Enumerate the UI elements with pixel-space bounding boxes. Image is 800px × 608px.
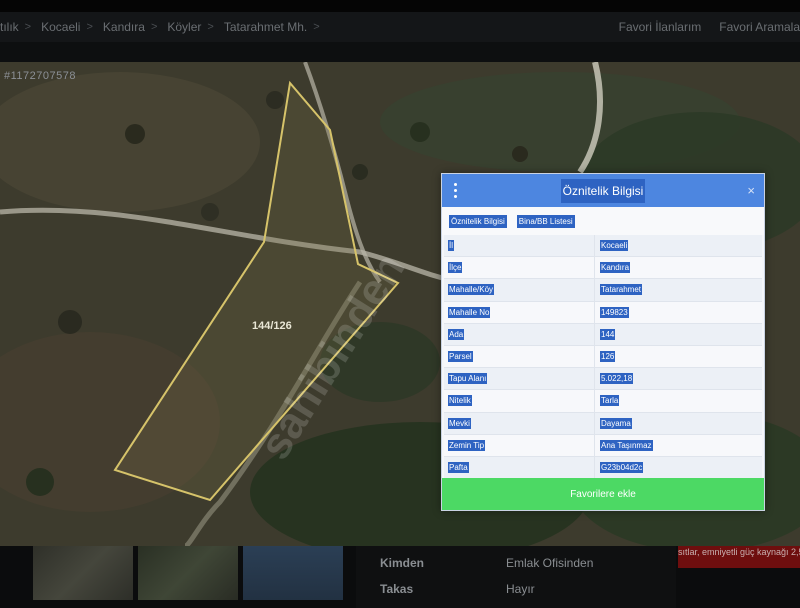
row-value: Tatarahmet [600,284,643,296]
favorite-listings-link[interactable]: Favori İlanlarım [619,20,702,34]
breadcrumb-separator: > [86,21,93,33]
row-key: Nitelik [448,395,472,407]
row-key: Pafta [448,461,469,473]
breadcrumb-item[interactable]: Kocaeli [41,20,80,34]
detail-row: Kimden Emlak Ofisinden [380,556,593,570]
breadcrumb-separator: > [150,21,158,33]
photo-thumbnail[interactable] [243,546,343,600]
detail-value: Emlak Ofisinden [506,556,594,570]
breadcrumb-separator: > [313,21,320,33]
row-key: Tapu Alanı [448,373,488,385]
notice-text: sıtlar, emniyetli güç kaynağı 2,5% [678,547,800,557]
row-value: 5.022,18 [600,373,634,385]
row-key: Ada [448,328,465,340]
breadcrumb-item[interactable]: tılık [0,20,19,34]
row-value: 149823 [600,306,629,318]
listing-details: Kimden Emlak Ofisinden Takas Hayır [356,546,676,608]
photo-thumbnail[interactable] [33,546,133,600]
parcel-label: 144/126 [252,320,292,332]
table-row: İl Kocaeli [444,235,762,258]
breadcrumb: tılık > Kocaeli > Kandıra > Köyler > Tatarah… [0,20,330,34]
row-value: Dayama [600,417,632,429]
detail-key: Kimden [380,556,425,570]
breadcrumb-item[interactable]: Kandıra [103,20,145,34]
notice-banner: sıtlar, emniyetli güç kaynağı 2,5% [678,546,800,568]
table-row: Parsel 126 [444,345,762,369]
breadcrumb-bar: tılık > Kocaeli > Kandıra > Köyler > Tatarah… [0,12,800,42]
add-to-favorites-button[interactable]: Favorilere ekle [442,478,764,510]
breadcrumb-separator: > [207,21,214,33]
row-key: Mevki [448,417,471,429]
row-key: Zemin Tip [448,439,486,451]
row-value: 126 [600,351,616,363]
table-row: Ada 144 [444,323,762,346]
top-strip [0,0,800,12]
panel-tabs: Öznitelik Bilgisi Bina/BB Listesi [442,207,764,235]
row-value: Ana Taşınmaz [600,439,653,451]
row-key: İlçe [448,262,463,274]
detail-value: Hayır [506,582,535,596]
row-value: Kandıra [600,262,631,274]
close-icon[interactable]: × [747,183,755,198]
table-row: Mahalle/Köy Tatarahmet [444,279,762,302]
listing-bottom-section: Kimden Emlak Ofisinden Takas Hayır sıtla… [0,546,800,608]
row-key: Mahalle No [448,306,491,318]
table-row: Nitelik Tarla [444,390,762,413]
detail-row: Takas Hayır [380,582,535,596]
row-value: 144 [600,328,616,340]
row-key: Parsel [448,351,473,363]
row-key: İl [448,240,454,252]
table-row: Tapu Alanı 5.022,18 [444,368,762,391]
detail-key: Takas [380,582,414,596]
table-row: İlçe Kandıra [444,257,762,280]
table-row: Zemin Tip Ana Taşınmaz [444,434,762,457]
photo-thumbnail[interactable] [138,546,238,600]
attribute-table: İl Kocaeli İlçe Kandıra Mahalle/Köy Tatarah… [442,235,764,480]
breadcrumb-item[interactable]: Köyler [167,20,201,34]
tab-building-list[interactable]: Bina/BB Listesi [516,214,575,228]
favorite-searches-link[interactable]: Favori Aramala [719,20,800,34]
panel-header: Öznitelik Bilgisi × [442,174,764,207]
top-links: Favori İlanlarım Favori Aramala [619,12,800,42]
attribute-info-panel: Öznitelik Bilgisi × Öznitelik Bilgisi Bi… [441,173,765,511]
table-row: Pafta G23b04d2c [444,456,762,480]
row-key: Mahalle/Köy [448,284,495,296]
tab-attribute-info[interactable]: Öznitelik Bilgisi [449,214,507,228]
row-value: Kocaeli [600,240,629,252]
breadcrumb-item[interactable]: Tatarahmet Mh. [224,20,307,34]
row-value: Tarla [600,395,620,407]
table-row: Mevki Dayama [444,412,762,435]
kebab-menu-icon[interactable] [454,183,458,198]
panel-title: Öznitelik Bilgisi [560,178,646,203]
table-row: Mahalle No 149823 [444,301,762,324]
listing-id: #1172707578 [4,70,76,82]
row-value: G23b04d2c [600,461,644,473]
breadcrumb-separator: > [24,21,32,33]
